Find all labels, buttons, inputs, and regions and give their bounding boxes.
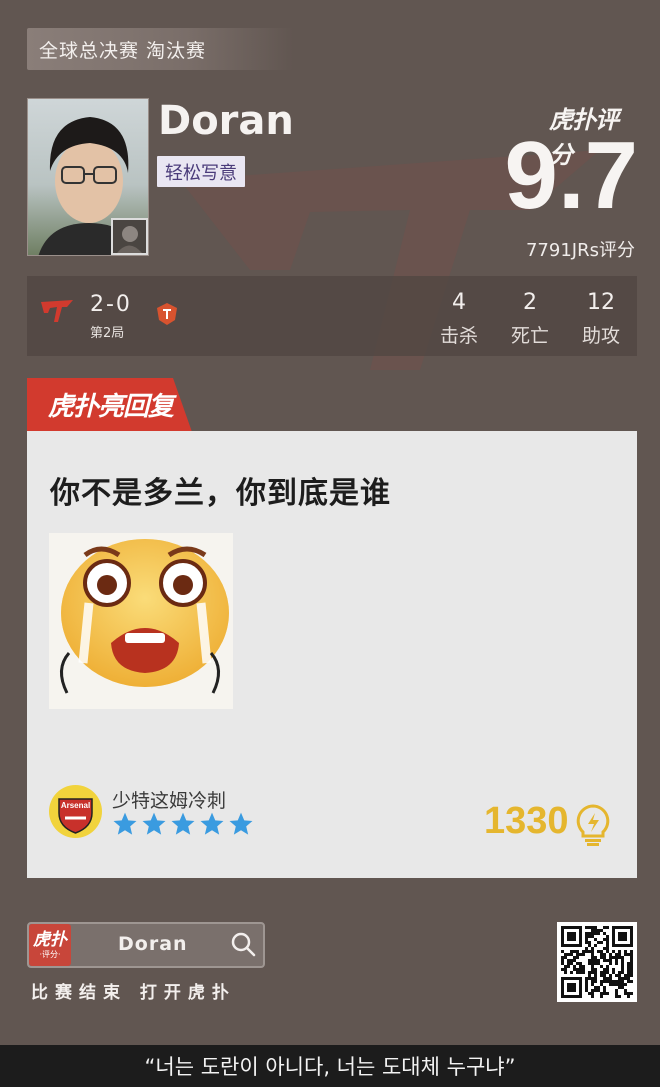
stat-value: 4 (452, 290, 466, 315)
reply-banner-label: 虎扑亮回复 (48, 392, 174, 422)
search-icon[interactable] (230, 931, 256, 957)
stat-label: 击杀 (439, 325, 478, 347)
stat-label: 死亡 (510, 325, 549, 347)
qr-code (557, 922, 637, 1002)
open-app-hint: 比赛结束 打开虎扑 (31, 983, 236, 1003)
user-avatar[interactable]: Arsenal (49, 785, 102, 838)
app-logo[interactable]: 虎扑 ·评分· (29, 924, 71, 966)
stat-assists: 12 助攻 (571, 290, 631, 348)
username[interactable]: 少特这姆冷刺 (112, 786, 226, 813)
crying-emoji-sticker (49, 533, 233, 709)
app-logo-text: 虎扑 (33, 929, 67, 950)
video-subtitle: “너는 도란이 아니다, 너는 도대체 누구냐” (0, 1045, 660, 1087)
star-icon (142, 812, 166, 835)
star-icon (113, 812, 137, 835)
stat-value: 2 (523, 290, 537, 315)
stat-value: 12 (587, 290, 615, 315)
team-b-logo-icon (157, 303, 177, 325)
stat-deaths: 2 死亡 (500, 290, 560, 348)
star-rating (112, 811, 254, 837)
stat-kills: 4 击杀 (429, 290, 489, 348)
like-count: 1330 (484, 800, 569, 842)
app-logo-subtext: ·评分· (39, 949, 61, 959)
stat-label: 助攻 (581, 325, 620, 347)
star-icon (200, 812, 224, 835)
rating-count: 7791JRs评分 (525, 240, 635, 261)
team-a-logo-icon (41, 300, 73, 322)
champion-icon (111, 218, 148, 255)
star-icon (171, 812, 195, 835)
match-score: 2-0 (90, 292, 132, 317)
svg-text:Arsenal: Arsenal (61, 801, 90, 810)
search-value[interactable]: Doran (118, 933, 188, 955)
stage-tag: 全球总决赛 淘汰赛 (27, 28, 293, 70)
player-tag: 轻松写意 (157, 156, 245, 187)
player-score: 9.7 (504, 122, 638, 229)
lightbulb-icon[interactable] (575, 804, 611, 846)
player-name: Doran (158, 98, 294, 144)
star-icon (229, 812, 253, 835)
comment-text: 你不是多兰，你到底是谁 (50, 476, 391, 511)
match-game: 第2局 (90, 326, 125, 341)
